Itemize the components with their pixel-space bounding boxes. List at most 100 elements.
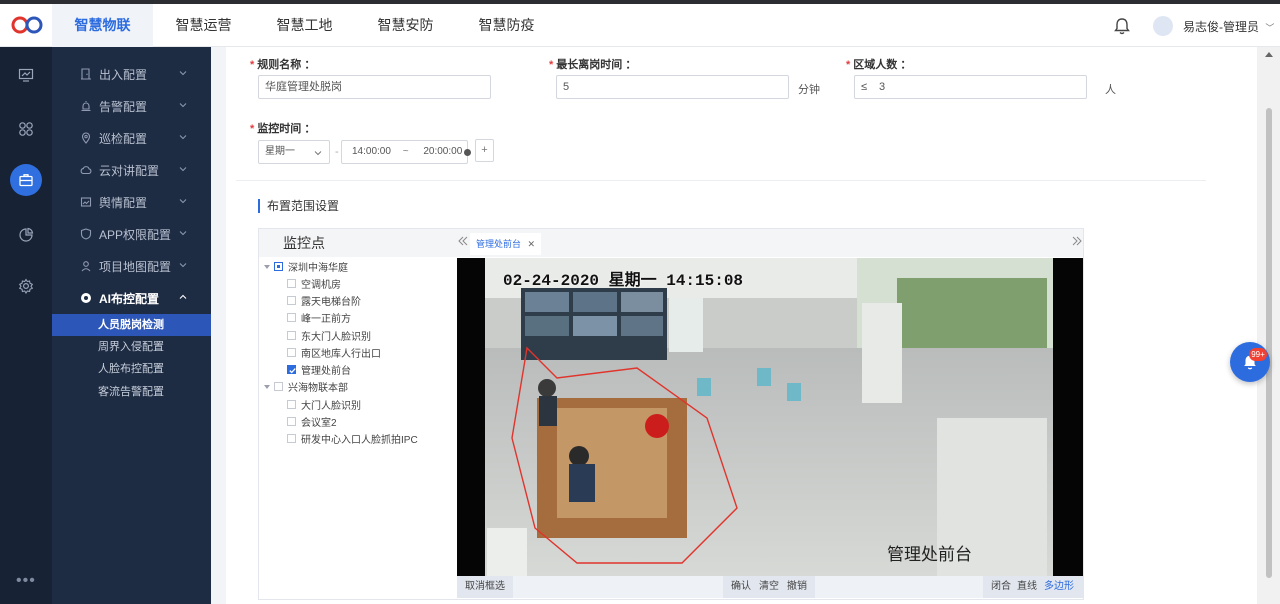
time-dash: - <box>335 146 339 158</box>
settings-icon[interactable] <box>14 274 38 298</box>
sidebar-item-ai-control[interactable]: AI布控配置 <box>52 282 211 314</box>
shape-button-group: 闭合 直线 多边形 <box>983 576 1083 598</box>
section-title: 布置范围设置 <box>258 199 339 213</box>
add-time-button[interactable]: + <box>475 139 494 162</box>
tree-item-row[interactable]: 东大门人脸识别 <box>287 327 371 344</box>
cancel-selection-button[interactable]: 取消框选 <box>457 576 513 598</box>
tree-checkbox[interactable] <box>287 279 296 288</box>
tree-label: 大门人脸识别 <box>301 401 361 412</box>
double-chevron-right-icon[interactable] <box>1072 236 1082 246</box>
nav-tab-smart-security[interactable]: 智慧安防 <box>355 4 456 47</box>
scroll-up-icon[interactable] <box>1265 52 1273 57</box>
sidebar-item-patrol[interactable]: 巡检配置 <box>52 122 211 154</box>
tree-label: 会议室2 <box>301 418 337 429</box>
notification-float-button[interactable] <box>1230 342 1270 382</box>
tree-checkbox[interactable] <box>287 348 296 357</box>
tree-item-row[interactable]: 管理处前台 <box>287 361 351 378</box>
max-away-input[interactable]: 5 <box>556 75 789 99</box>
tree-checkbox[interactable] <box>287 296 296 305</box>
camera-timestamp: 02-24-2020 星期一 14:15:08 <box>503 272 744 290</box>
scroll-thumb[interactable] <box>1266 108 1272 578</box>
nav-tab-smart-iot[interactable]: 智慧物联 <box>52 4 153 47</box>
sidebar-item-label: 舆情配置 <box>99 195 148 210</box>
area-count-unit: 人 <box>1105 84 1116 96</box>
cloud-icon <box>79 163 93 177</box>
sidebar-item-access[interactable]: 出入配置 <box>52 58 211 90</box>
grid-icon[interactable] <box>14 117 38 141</box>
tree-label: 空调机房 <box>301 280 341 291</box>
tree-checkbox[interactable] <box>287 313 296 322</box>
avatar[interactable] <box>1153 16 1173 36</box>
briefcase-icon[interactable] <box>10 164 42 196</box>
camera-frame-image <box>457 258 1083 576</box>
tree-checkbox-checked[interactable] <box>287 365 296 374</box>
close-icon[interactable]: ✕ <box>528 239 536 249</box>
sidebar-item-intercom[interactable]: 云对讲配置 <box>52 154 211 186</box>
user-menu[interactable]: 易志俊-管理员 ﹀ <box>1183 18 1274 35</box>
tree-label: 峰一正前方 <box>301 314 351 325</box>
sidebar-item-app-permission[interactable]: APP权限配置 <box>52 218 211 250</box>
nav-tab-smart-operation[interactable]: 智慧运营 <box>153 4 254 47</box>
more-icon[interactable]: ••• <box>16 572 36 590</box>
divider <box>236 180 1206 181</box>
icon-rail: ••• <box>0 47 52 604</box>
monitor-time-label: * 监控时间 ： <box>250 123 316 135</box>
undo-button[interactable]: 撤销 <box>781 576 813 598</box>
chevron-down-icon <box>179 231 187 236</box>
chevron-down-icon <box>179 199 187 204</box>
clock-icon[interactable] <box>464 149 471 156</box>
tree-checkbox[interactable] <box>274 262 283 271</box>
rule-name-input[interactable]: 华庭管理处脱岗 <box>258 75 491 99</box>
monitor-icon[interactable] <box>14 63 38 87</box>
tree-item-row[interactable]: 峰一正前方 <box>287 309 351 326</box>
pie-chart-icon[interactable] <box>14 223 38 247</box>
location-icon <box>79 131 93 145</box>
chevron-down-icon <box>179 167 187 172</box>
sidebar-subitem-absence-detection[interactable]: 人员脱岗检测 <box>52 314 211 336</box>
sidebar-item-project-map[interactable]: 项目地图配置 <box>52 250 211 282</box>
camera-view[interactable]: 02-24-2020 星期一 14:15:08 管理处前台 <box>457 258 1083 576</box>
tree-group-row[interactable]: 兴海物联本部 <box>264 378 348 395</box>
tree-checkbox[interactable] <box>287 400 296 409</box>
area-count-operator: ≤ <box>861 81 868 93</box>
weekday-value: 星期一 <box>265 146 295 157</box>
sidebar-subitem-face-control[interactable]: 人脸布控配置 <box>52 358 211 380</box>
camera-caption: 管理处前台 <box>887 545 972 564</box>
expand-icon[interactable] <box>264 384 270 389</box>
sidebar-subitem-traffic-alarm[interactable]: 客流告警配置 <box>52 381 211 403</box>
tree-checkbox[interactable] <box>287 331 296 340</box>
sidebar-item-alarm[interactable]: 告警配置 <box>52 90 211 122</box>
tree-item-row[interactable]: 研发中心入口人脸抓拍IPC <box>287 430 418 447</box>
area-count-input[interactable]: ≤3 <box>854 75 1087 99</box>
tree-group-row[interactable]: 深圳中海华庭 <box>264 258 348 275</box>
tree-checkbox[interactable] <box>287 434 296 443</box>
logo-icon[interactable] <box>10 14 44 36</box>
bell-icon[interactable] <box>1112 16 1132 36</box>
sidebar-item-sentiment[interactable]: 舆情配置 <box>52 186 211 218</box>
nav-tab-smart-construction[interactable]: 智慧工地 <box>254 4 355 47</box>
draw-toolbar: 取消框选 确认 清空 撤销 闭合 直线 多边形 <box>457 576 1083 598</box>
tree-checkbox[interactable] <box>287 417 296 426</box>
chevron-down-icon <box>314 151 322 156</box>
area-count-label: * 区域人数 ： <box>846 59 912 71</box>
tab-label: 管理处前台 <box>476 239 522 249</box>
tree-item-row[interactable]: 空调机房 <box>287 275 341 292</box>
polygon-button[interactable]: 多边形 <box>1038 576 1080 598</box>
time-range-input[interactable]: 14:00:00 ~ 20:00:00 <box>341 140 468 164</box>
tree-item-row[interactable]: 会议室2 <box>287 413 337 430</box>
tree-item-row[interactable]: 大门人脸识别 <box>287 396 361 413</box>
expand-icon[interactable] <box>264 264 270 269</box>
double-chevron-left-icon[interactable] <box>458 236 468 246</box>
tree-checkbox[interactable] <box>274 382 283 391</box>
chevron-up-icon <box>179 294 187 299</box>
edit-button-group: 确认 清空 撤销 <box>723 576 815 598</box>
door-icon <box>79 67 93 81</box>
weekday-select[interactable]: 星期一 <box>258 140 330 164</box>
tree-item-row[interactable]: 南区地库人行出口 <box>287 344 381 361</box>
sidebar-subitem-perimeter[interactable]: 周界入侵配置 <box>52 336 211 358</box>
tree-item-row[interactable]: 露天电梯台阶 <box>287 292 361 309</box>
tab-camera[interactable]: 管理处前台 ✕ <box>470 233 542 255</box>
nav-tab-smart-epidemic[interactable]: 智慧防疫 <box>456 4 557 47</box>
shield-icon <box>79 227 93 241</box>
tree-label: 研发中心入口人脸抓拍IPC <box>301 435 418 446</box>
